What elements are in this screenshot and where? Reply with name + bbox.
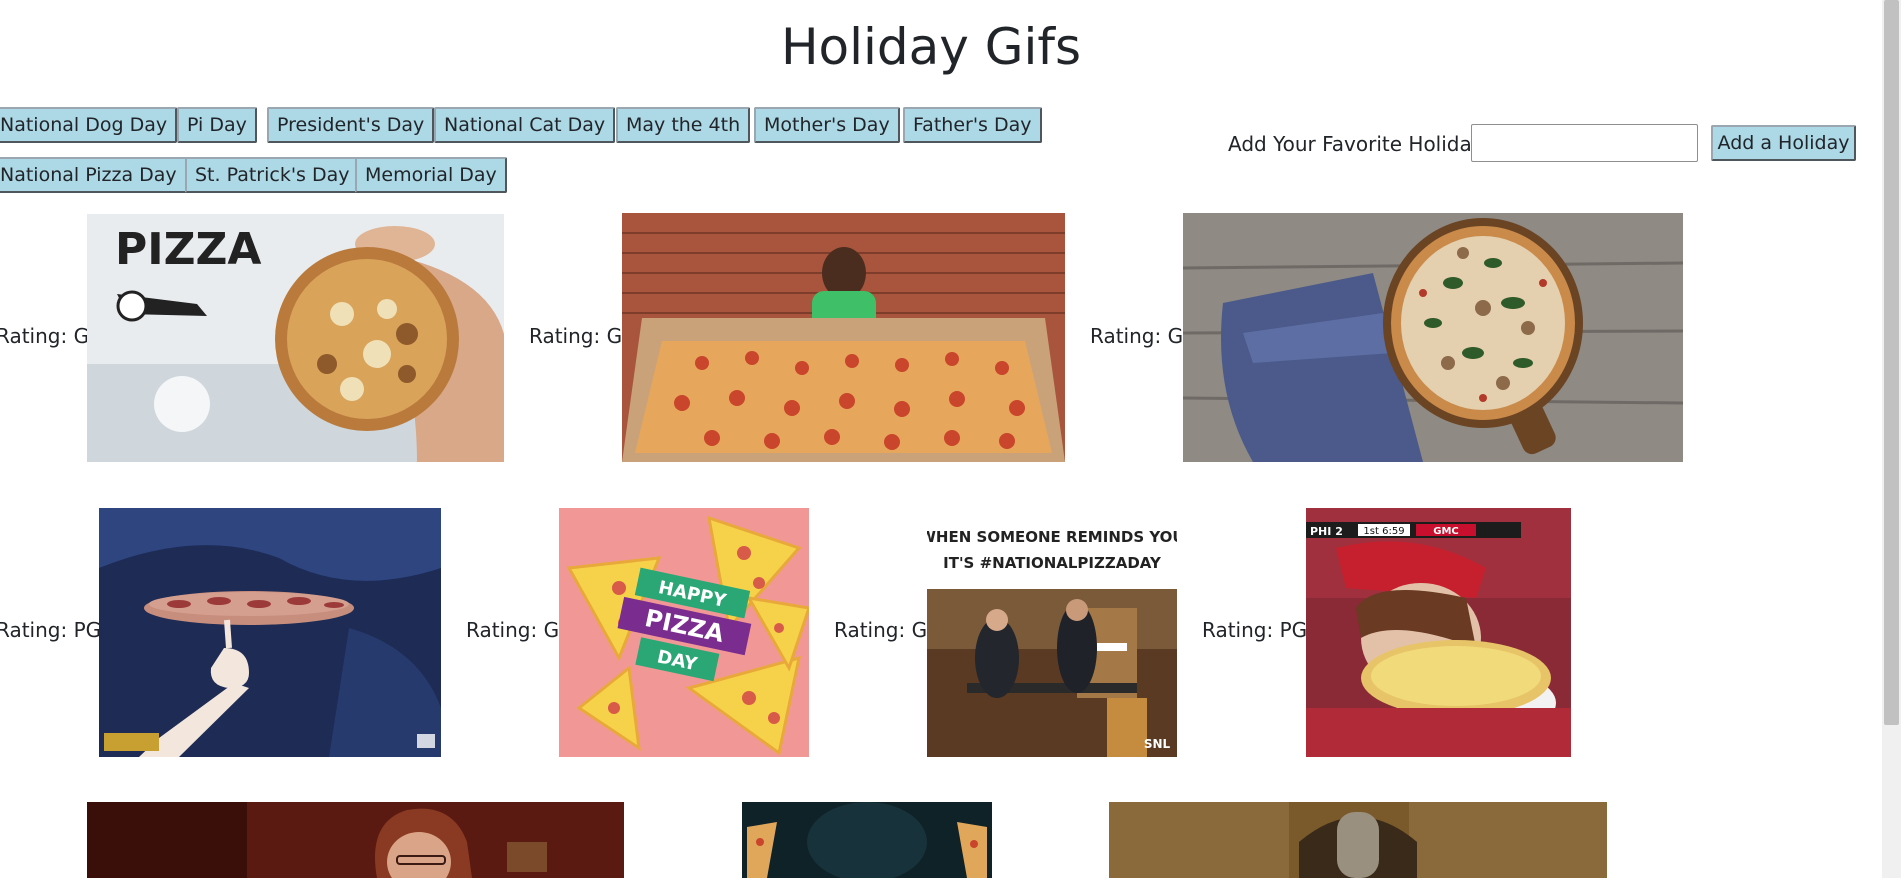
gif-image-5[interactable]: HAPPY PIZZA DAY <box>559 508 809 757</box>
gif-rating-7: Rating: PG <box>1202 618 1308 642</box>
gif-caption-pizza: PIZZA <box>115 224 261 275</box>
gif-caption-line-1: WHEN SOMEONE REMINDS YOU <box>927 528 1177 546</box>
gif-image-1[interactable]: PIZZA <box>87 214 504 462</box>
holiday-button-national-dog-day[interactable]: National Dog Day <box>0 107 178 143</box>
page-scrollbar-thumb[interactable] <box>1884 0 1899 725</box>
gif-image-9[interactable] <box>742 802 992 878</box>
page-title: Holiday Gifs <box>780 18 1082 76</box>
gif-rating-3: Rating: G <box>1090 324 1184 348</box>
holiday-button-mothers-day[interactable]: Mother's Day <box>754 107 900 143</box>
gif-rating-2: Rating: G <box>529 324 623 348</box>
gif-image-10[interactable] <box>1109 802 1607 878</box>
holiday-button-may-the-4th[interactable]: May the 4th <box>616 107 751 143</box>
scorebug-sponsor: GMC <box>1433 526 1459 537</box>
holiday-button-national-pizza-day[interactable]: National Pizza Day <box>0 157 187 193</box>
add-holiday-label: Add Your Favorite Holiday <box>1228 132 1484 156</box>
add-holiday-input[interactable] <box>1471 124 1698 162</box>
holiday-button-national-cat-day[interactable]: National Cat Day <box>434 107 616 143</box>
scorebug-clock: 1st 6:59 <box>1363 526 1404 537</box>
gif-rating-6: Rating: G <box>834 618 928 642</box>
gif-image-4[interactable] <box>99 508 441 757</box>
gif-image-6[interactable]: WHEN SOMEONE REMINDS YOU IT'S #NATIONALP… <box>927 508 1177 757</box>
add-holiday-button[interactable]: Add a Holiday <box>1711 125 1856 161</box>
gif-image-7[interactable]: PHI 2 1st 6:59 GMC <box>1306 508 1571 757</box>
gif-image-3[interactable] <box>1183 213 1683 462</box>
gif-rating-1: Rating: G <box>0 324 90 348</box>
holiday-button-pi-day[interactable]: Pi Day <box>177 107 257 143</box>
holiday-button-fathers-day[interactable]: Father's Day <box>903 107 1042 143</box>
gif-rating-4: Rating: PG <box>0 618 102 642</box>
holiday-button-memorial-day[interactable]: Memorial Day <box>355 157 507 193</box>
gif-image-2[interactable] <box>622 213 1065 462</box>
holiday-button-st-patricks-day[interactable]: St. Patrick's Day <box>185 157 360 193</box>
gif-image-8[interactable] <box>87 802 624 878</box>
scorebug-team: PHI 2 <box>1310 525 1343 538</box>
gif-watermark-snl: SNL <box>1144 737 1171 751</box>
gif-rating-5: Rating: G <box>466 618 560 642</box>
gif-caption-line-2: IT'S #NATIONALPIZZADAY <box>943 554 1162 572</box>
holiday-button-presidents-day[interactable]: President's Day <box>267 107 435 143</box>
